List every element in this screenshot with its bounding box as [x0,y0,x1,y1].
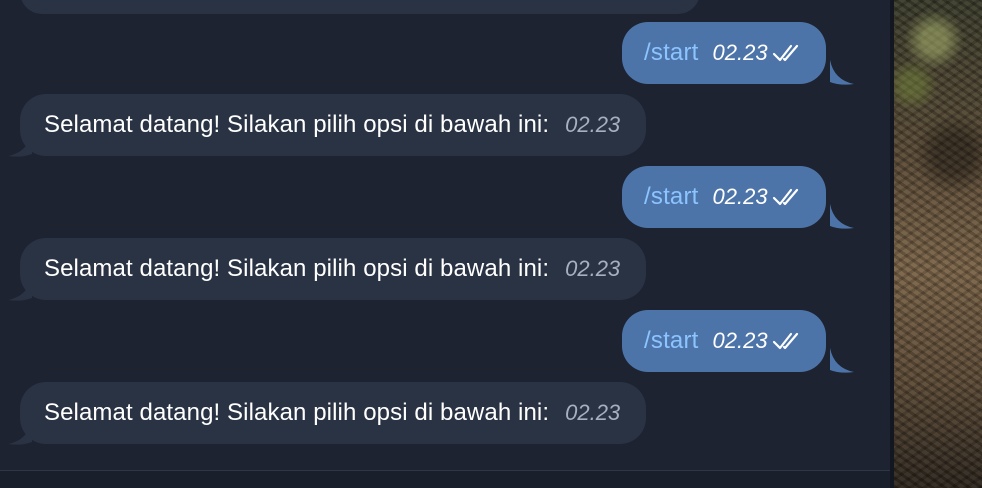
bubble-tail [8,132,32,157]
message-text: Selamat datang! Silakan pilih opsi di ba… [44,399,550,426]
message-time: 02.23 [565,256,621,281]
previous-message-bubble[interactable] [20,0,700,14]
message-outgoing[interactable]: /start 02.23 [622,22,826,84]
bubble-tail [8,420,32,445]
double-check-icon [772,332,798,350]
bubble-tail [830,204,854,229]
message-time: 02.23 [565,112,621,137]
message-time: 02.23 [565,400,621,425]
message-outgoing[interactable]: /start 02.23 [622,166,826,228]
message-incoming[interactable]: Selamat datang! Silakan pilih opsi di ba… [20,94,647,156]
double-check-icon [772,188,798,206]
command-link[interactable]: /start [644,183,699,211]
background-photo [894,0,982,488]
message-text: Selamat datang! Silakan pilih opsi di ba… [44,111,550,138]
bubble-tail [830,60,854,85]
bubble-tail [8,276,32,301]
composer-area[interactable] [0,471,890,488]
message-time: 02.23 [712,328,768,353]
message-time: 02.23 [712,40,768,65]
message-incoming[interactable]: Selamat datang! Silakan pilih opsi di ba… [20,382,647,444]
bubble-tail [830,348,854,373]
message-incoming[interactable]: Selamat datang! Silakan pilih opsi di ba… [20,238,647,300]
message-outgoing[interactable]: /start 02.23 [622,310,826,372]
message-time: 02.23 [712,184,768,209]
double-check-icon [772,44,798,62]
message-text: Selamat datang! Silakan pilih opsi di ba… [44,255,550,282]
command-link[interactable]: /start [644,327,699,355]
command-link[interactable]: /start [644,39,699,67]
chat-messages-area[interactable]: /start 02.23 Selamat datang! Silakan pil… [0,0,890,470]
